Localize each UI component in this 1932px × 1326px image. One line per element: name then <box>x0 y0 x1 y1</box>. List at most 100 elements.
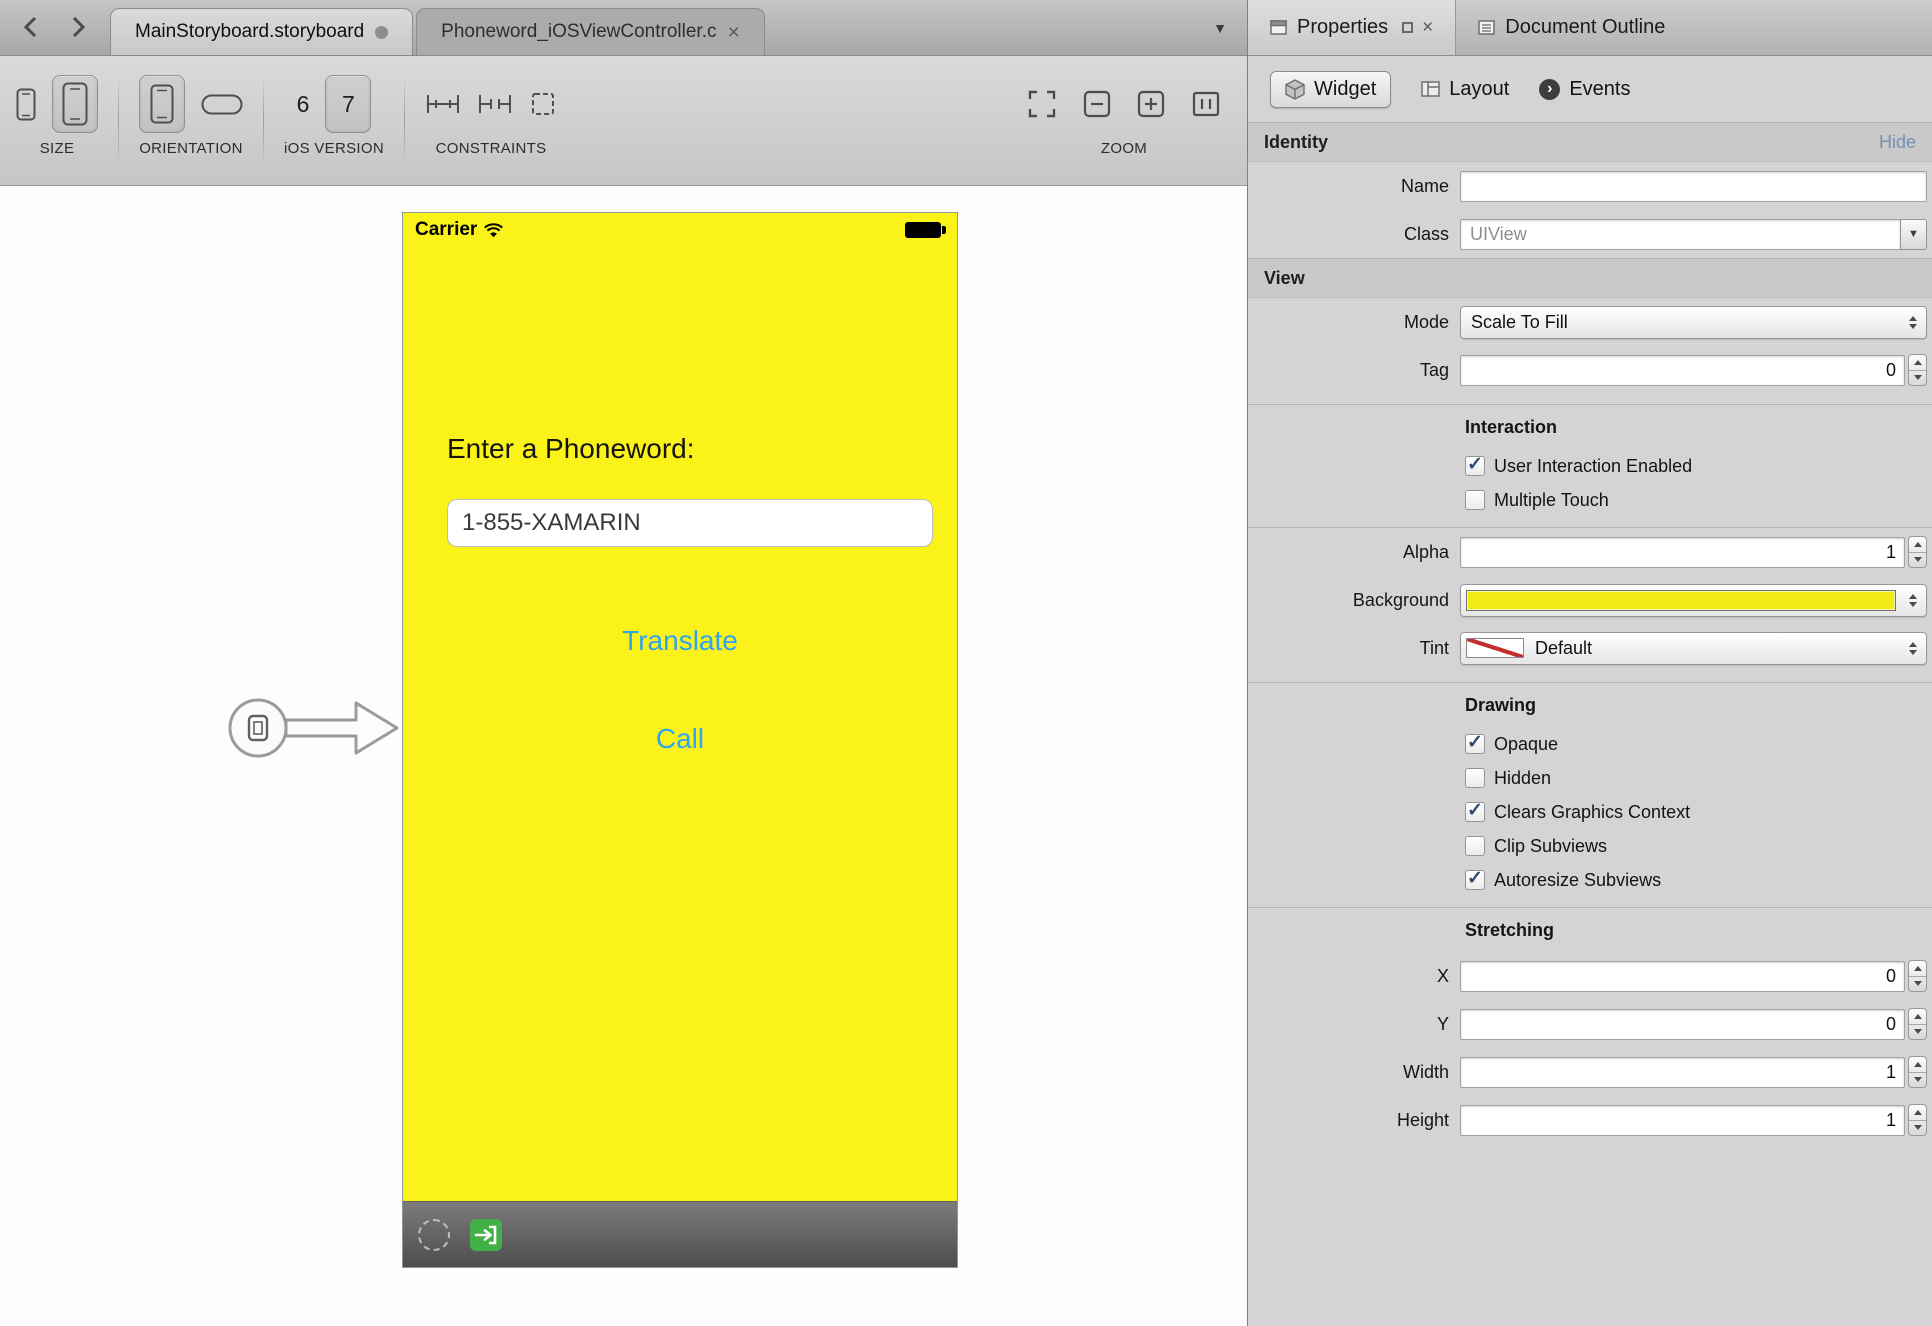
tab-mainstoryboard[interactable]: MainStoryboard.storyboard <box>110 8 413 55</box>
inspector-tabbar: Properties × Document Outline <box>1248 0 1932 56</box>
stretch-height-input[interactable] <box>1460 1105 1905 1136</box>
zoom-in-button[interactable] <box>1137 90 1165 118</box>
tab-properties[interactable]: Properties × <box>1248 0 1456 55</box>
clip-subviews-checkbox[interactable]: ✓ <box>1465 836 1485 856</box>
design-canvas[interactable]: Carrier Enter a Phoneword: Translate Cal… <box>0 186 1247 1326</box>
modified-indicator-icon[interactable] <box>375 26 388 39</box>
hidden-checkbox[interactable]: ✓ <box>1465 768 1485 788</box>
stretch-width-label: Width <box>1248 1062 1460 1083</box>
tag-stepper[interactable] <box>1908 354 1927 386</box>
mode-popup[interactable]: Scale To Fill <box>1460 306 1927 339</box>
tag-input[interactable] <box>1460 355 1905 386</box>
class-dropdown-icon[interactable]: ▼ <box>1900 219 1927 250</box>
ios-version-group-label: iOS VERSION <box>284 140 384 157</box>
stretch-x-input[interactable] <box>1460 961 1905 992</box>
inspector-subtabs: Widget Layout › Events <box>1248 56 1932 122</box>
ios6-button[interactable]: 6 <box>297 91 310 118</box>
first-responder-icon[interactable] <box>418 1219 450 1251</box>
actual-size-icon <box>1191 90 1221 118</box>
check-icon: ✓ <box>1467 801 1483 820</box>
document-outline-tab-label: Document Outline <box>1505 16 1665 39</box>
name-label: Name <box>1248 176 1460 197</box>
subtab-events[interactable]: › Events <box>1539 78 1630 101</box>
constraint-width-button[interactable] <box>425 92 461 116</box>
zoom-group: ZOOM <box>1027 56 1221 185</box>
carrier-label: Carrier <box>415 219 477 241</box>
size-iphone4in-button[interactable] <box>52 75 98 133</box>
toolbar-separator <box>263 72 264 169</box>
opaque-checkbox[interactable]: ✓ <box>1465 734 1485 754</box>
stretch-width-row: Width <box>1248 1048 1932 1096</box>
float-pane-icon[interactable] <box>1402 22 1413 33</box>
zoom-group-label: ZOOM <box>1101 140 1147 157</box>
exit-segue-icon[interactable] <box>470 1219 502 1251</box>
size-iphone35-button[interactable] <box>16 88 36 121</box>
stretch-x-label: X <box>1248 966 1460 987</box>
stretch-height-row: Height <box>1248 1096 1932 1144</box>
alpha-input[interactable] <box>1460 537 1905 568</box>
class-label: Class <box>1248 224 1460 245</box>
opaque-label: Opaque <box>1494 734 1558 755</box>
chevron-right-icon <box>72 16 85 38</box>
stretch-x-stepper[interactable] <box>1908 960 1927 992</box>
tint-none-swatch <box>1466 638 1524 658</box>
zoom-out-button[interactable] <box>1083 90 1111 118</box>
translate-button[interactable]: Translate <box>403 625 957 657</box>
battery-icon <box>905 222 941 238</box>
ide-window: MainStoryboard.storyboard Phoneword_iOSV… <box>0 0 1932 1326</box>
class-combo[interactable]: UIView ▼ <box>1460 219 1927 250</box>
ios7-button[interactable]: 7 <box>325 75 371 133</box>
orientation-landscape-button[interactable] <box>201 94 243 115</box>
alpha-stepper[interactable] <box>1908 536 1927 568</box>
close-pane-icon[interactable]: × <box>1422 18 1433 37</box>
constraint-frame-button[interactable] <box>529 91 557 117</box>
stretch-y-stepper[interactable] <box>1908 1008 1927 1040</box>
editor-tabbar: MainStoryboard.storyboard Phoneword_iOSV… <box>0 0 1247 56</box>
properties-pane-icon <box>1270 20 1287 35</box>
toolbar-separator <box>118 72 119 169</box>
autoresize-subviews-checkbox[interactable]: ✓ <box>1465 870 1485 890</box>
size-group-label: SIZE <box>40 140 75 157</box>
background-color-popup[interactable] <box>1460 584 1927 617</box>
phoneword-text-field[interactable] <box>447 499 933 547</box>
orientation-group: ORIENTATION <box>139 56 243 185</box>
forward-button[interactable] <box>68 14 88 40</box>
user-interaction-checkbox[interactable]: ✓ <box>1465 456 1485 476</box>
stretch-height-stepper[interactable] <box>1908 1104 1927 1136</box>
tab-document-outline[interactable]: Document Outline <box>1456 0 1687 55</box>
stretch-width-stepper[interactable] <box>1908 1056 1927 1088</box>
tint-popup[interactable]: Default <box>1460 632 1927 665</box>
mode-row: Mode Scale To Fill <box>1248 298 1932 346</box>
stretch-y-input[interactable] <box>1460 1009 1905 1040</box>
tab-viewcontroller-source[interactable]: Phoneword_iOSViewController.c × <box>416 8 765 55</box>
tab-overflow-dropdown-icon[interactable]: ▼ <box>1213 20 1227 36</box>
orientation-portrait-button[interactable] <box>139 75 185 133</box>
stretch-width-input[interactable] <box>1460 1057 1905 1088</box>
tag-row: Tag <box>1248 346 1932 394</box>
close-icon[interactable]: × <box>727 22 739 43</box>
zoom-actual-size-button[interactable] <box>1191 90 1221 118</box>
view-controller[interactable]: Carrier Enter a Phoneword: Translate Cal… <box>402 212 958 1268</box>
tab-label: MainStoryboard.storyboard <box>135 21 364 43</box>
call-button[interactable]: Call <box>403 723 957 755</box>
zoom-fullscreen-button[interactable] <box>1027 89 1057 119</box>
back-button[interactable] <box>20 14 40 40</box>
tint-label: Tint <box>1248 638 1460 659</box>
subtab-layout[interactable]: Layout <box>1421 78 1509 101</box>
portrait-icon <box>150 84 174 124</box>
clears-graphics-checkbox[interactable]: ✓ <box>1465 802 1485 822</box>
interaction-group-label: Interaction <box>1248 405 1932 449</box>
multiple-touch-label: Multiple Touch <box>1494 490 1609 511</box>
name-input[interactable] <box>1460 171 1927 202</box>
storyboard-view[interactable]: Carrier Enter a Phoneword: Translate Cal… <box>403 213 957 1201</box>
subtab-widget[interactable]: Widget <box>1270 71 1391 108</box>
multiple-touch-checkbox[interactable]: ✓ <box>1465 490 1485 510</box>
ios7-label: 7 <box>342 91 355 118</box>
initial-view-controller-arrow[interactable] <box>224 686 404 770</box>
constraint-spacing-button[interactable] <box>477 92 513 116</box>
widget-cube-icon <box>1285 79 1305 100</box>
alpha-label: Alpha <box>1248 542 1460 563</box>
hide-link[interactable]: Hide <box>1879 132 1916 153</box>
alpha-row: Alpha <box>1248 528 1932 576</box>
phoneword-prompt-label[interactable]: Enter a Phoneword: <box>447 433 695 465</box>
